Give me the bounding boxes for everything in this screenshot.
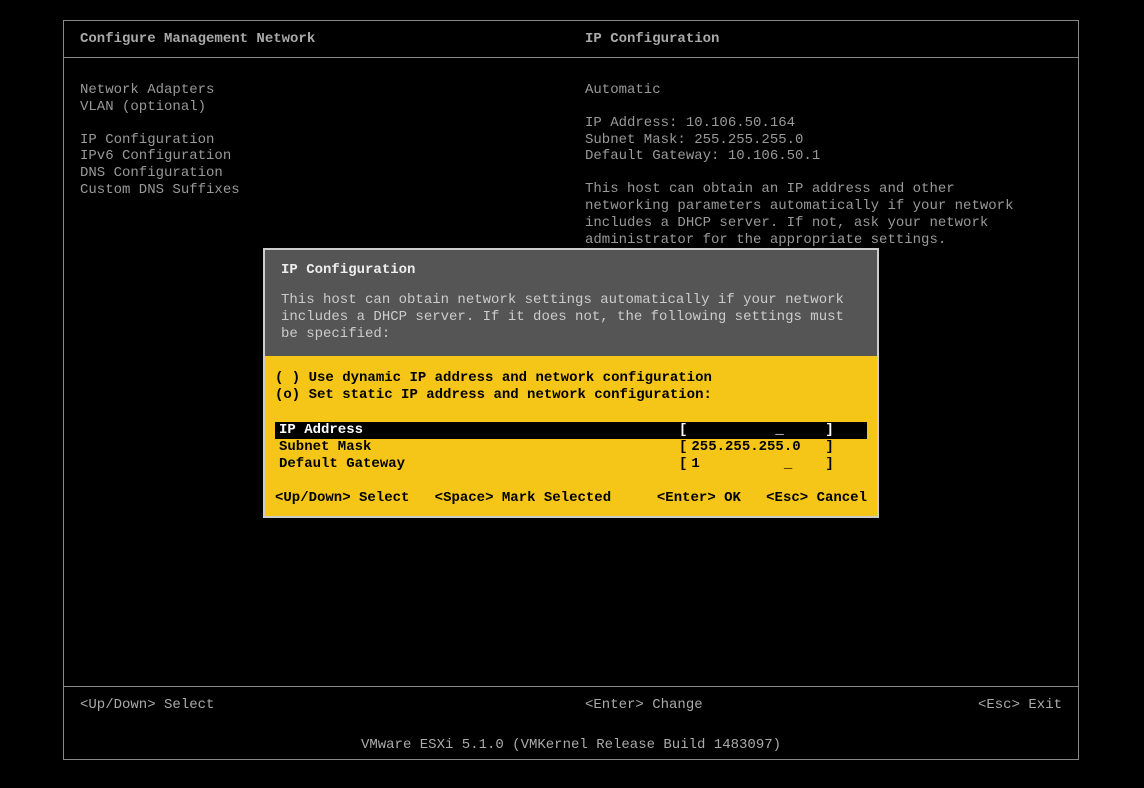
body: Network Adapters VLAN (optional) IP Conf… (64, 58, 1078, 248)
field-default-gateway-value-wrap: [ 1 _ ] (675, 456, 838, 473)
fields: IP Address [ _ ] Subnet Mask [ 255.255.2… (275, 422, 867, 472)
action-change: Change (652, 697, 702, 713)
menu-item-network-adapters[interactable]: Network Adapters (80, 82, 585, 99)
key-updown: <Up/Down> (275, 490, 351, 506)
menu-item-custom-dns-suffixes[interactable]: Custom DNS Suffixes (80, 182, 585, 199)
dialog-intro: This host can obtain network settings au… (281, 292, 861, 342)
action-select: Select (164, 697, 214, 713)
dialog-title: IP Configuration (281, 262, 861, 278)
dialog-header: IP Configuration This host can obtain ne… (265, 250, 877, 356)
field-ip-address-input[interactable]: _ (691, 422, 821, 439)
option-static[interactable]: (o) Set static IP address and network co… (275, 387, 867, 404)
left-menu: Network Adapters VLAN (optional) IP Conf… (80, 82, 585, 248)
field-default-gateway-label: Default Gateway (275, 456, 675, 473)
bracket-open-icon: [ (675, 439, 691, 456)
dialog-footer-left: <Up/Down> Select <Space> Mark Selected (275, 490, 657, 506)
field-ip-address[interactable]: IP Address [ _ ] (275, 422, 867, 439)
bracket-open-icon: [ (675, 456, 691, 473)
option-dynamic-label: Use dynamic IP address and network confi… (309, 370, 712, 386)
panel-description: This host can obtain an IP address and o… (585, 181, 1045, 248)
radio-unchecked-icon: ( ) (275, 370, 300, 386)
bottom-left: <Up/Down> Select (80, 697, 585, 713)
menu-item-ip-configuration[interactable]: IP Configuration (80, 132, 585, 149)
field-default-gateway[interactable]: Default Gateway [ 1 _ ] (275, 456, 867, 473)
bottom-bar: <Up/Down> Select <Enter> Change <Esc> Ex… (64, 686, 1078, 723)
action-mark-selected: Mark Selected (502, 490, 611, 506)
bottom-mid: <Enter> Change (585, 697, 862, 713)
field-subnet-mask-value-wrap: [ 255.255.255.0 ] (675, 439, 838, 456)
dialog-footer: <Up/Down> Select <Space> Mark Selected <… (275, 490, 867, 506)
option-dynamic[interactable]: ( ) Use dynamic IP address and network c… (275, 370, 867, 387)
bracket-close-icon: ] (821, 439, 837, 456)
field-subnet-mask[interactable]: Subnet Mask [ 255.255.255.0 ] (275, 439, 867, 456)
key-esc: <Esc> (766, 490, 808, 506)
key-enter: <Enter> (585, 697, 644, 713)
field-ip-address-value-wrap: [ _ ] (675, 422, 838, 439)
key-updown: <Up/Down> (80, 697, 156, 713)
key-esc: <Esc> (978, 697, 1020, 713)
field-default-gateway-input[interactable]: 1 _ (691, 456, 821, 473)
ok-button[interactable]: OK (724, 490, 741, 506)
field-subnet-mask-label: Subnet Mask (275, 439, 675, 456)
panel-spacer (585, 99, 1062, 115)
dialog-body: ( ) Use dynamic IP address and network c… (265, 356, 877, 516)
cancel-button[interactable]: Cancel (817, 490, 867, 506)
version-label: VMware ESXi 5.1.0 (VMKernel Release Buil… (64, 737, 1078, 753)
action-exit: Exit (1028, 697, 1062, 713)
bracket-open-icon: [ (675, 422, 691, 439)
ip-address-row: IP Address: 10.106.50.164 (585, 115, 1062, 132)
dialog-footer-right: <Enter> OK <Esc> Cancel (657, 490, 867, 506)
field-ip-address-label: IP Address (275, 422, 675, 439)
ip-config-dialog: IP Configuration This host can obtain ne… (263, 248, 879, 518)
right-panel: Automatic IP Address: 10.106.50.164 Subn… (585, 82, 1062, 248)
option-static-label: Set static IP address and network config… (309, 387, 712, 403)
default-gateway-row: Default Gateway: 10.106.50.1 (585, 148, 1062, 165)
action-select: Select (359, 490, 409, 506)
radio-checked-icon: (o) (275, 387, 300, 403)
key-space: <Space> (435, 490, 494, 506)
config-mode: Automatic (585, 82, 1062, 99)
header-left: Configure Management Network (80, 31, 585, 47)
menu-item-vlan[interactable]: VLAN (optional) (80, 99, 585, 116)
field-subnet-mask-input[interactable]: 255.255.255.0 (691, 439, 821, 456)
header: Configure Management Network IP Configur… (64, 21, 1078, 47)
header-right: IP Configuration (585, 31, 1062, 47)
bracket-close-icon: ] (821, 422, 837, 439)
menu-item-ipv6-configuration[interactable]: IPv6 Configuration (80, 148, 585, 165)
menu-spacer (80, 116, 585, 132)
key-enter: <Enter> (657, 490, 716, 506)
bracket-close-icon: ] (821, 456, 837, 473)
subnet-mask-row: Subnet Mask: 255.255.255.0 (585, 132, 1062, 149)
menu-item-dns-configuration[interactable]: DNS Configuration (80, 165, 585, 182)
bottom-right: <Esc> Exit (862, 697, 1062, 713)
